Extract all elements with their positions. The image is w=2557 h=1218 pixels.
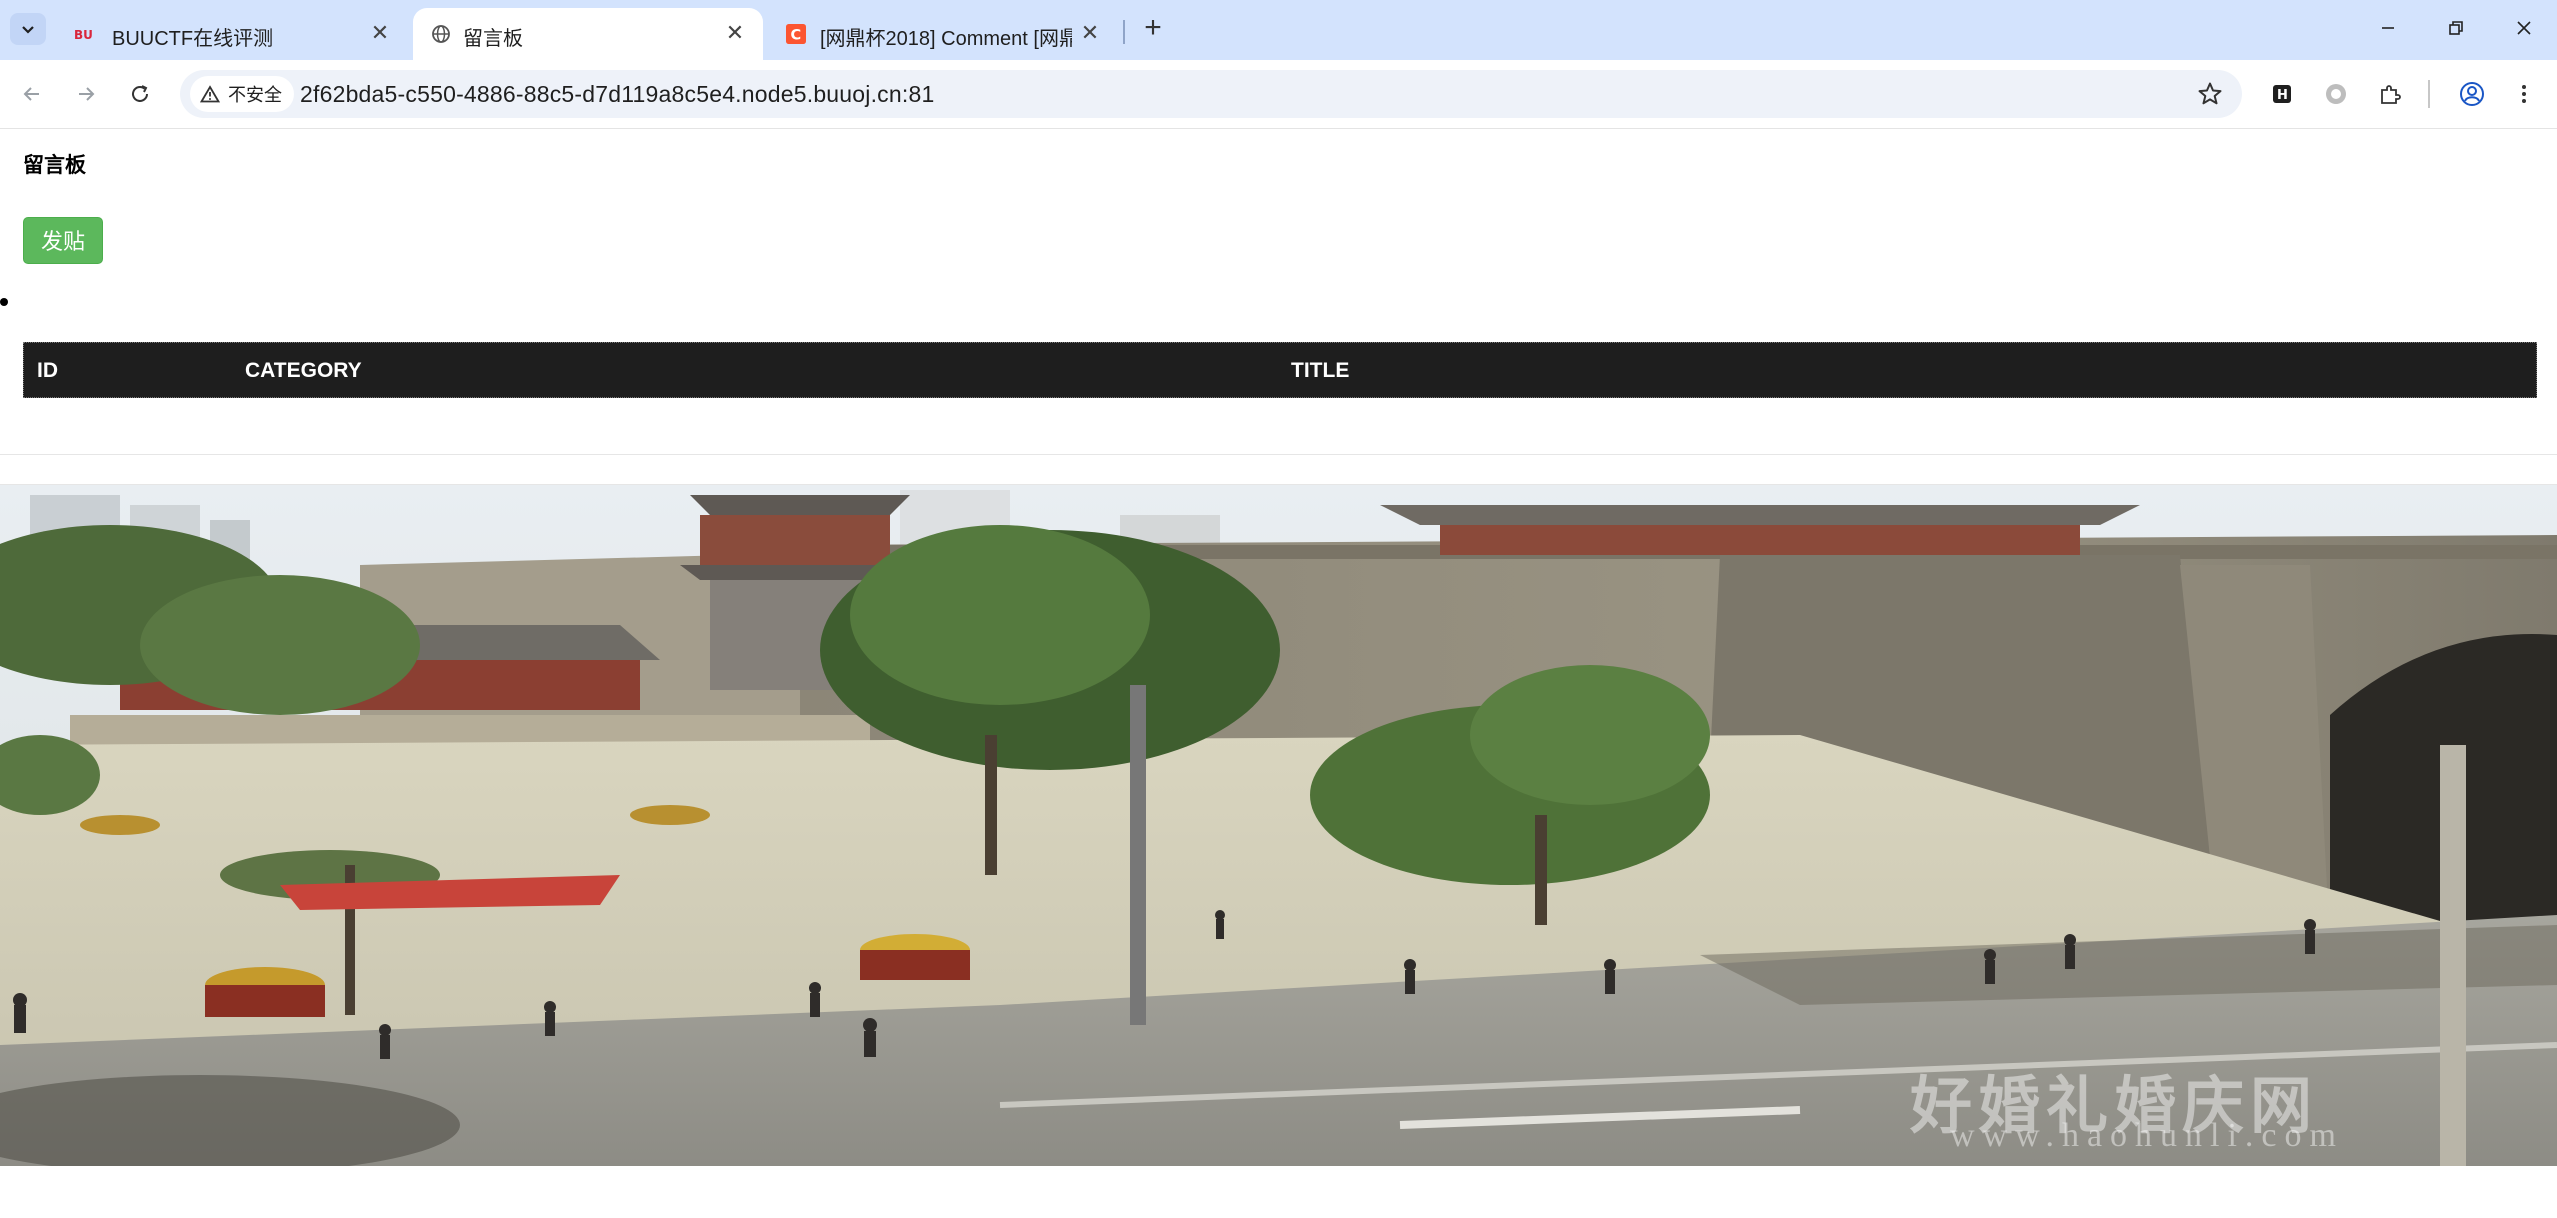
close-window-button[interactable] [2492,8,2556,48]
csdn-favicon: C [786,24,806,44]
address-bar[interactable]: 不安全 2f62bda5-c550-4886-88c5-d7d119a8c5e4… [180,70,2242,118]
photo-watermark-url: www.haohunli.com [1950,1117,2344,1154]
city-wall-photo: 好婚礼婚庆网 www.haohunli.com [0,485,2557,1166]
tab-separator [1123,20,1125,44]
page-title: 留言板 [23,154,86,177]
security-label: 不安全 [228,85,282,105]
close-icon [2517,21,2531,35]
profile-avatar-icon[interactable] [2456,78,2488,110]
extension-h-icon[interactable]: H [2266,78,2298,110]
post-button[interactable]: 发贴 [23,217,103,264]
svg-text:C: C [791,27,802,43]
forward-arrow-icon [79,87,95,101]
menu-kebab-icon[interactable] [2508,78,2540,110]
back-button[interactable] [14,76,50,112]
svg-text:H: H [2277,88,2288,103]
tab-title: [网鼎杯2018] Comment [网鼎 [820,28,1072,50]
url-text[interactable]: 2f62bda5-c550-4886-88c5-d7d119a8c5e4.nod… [300,81,934,108]
tab-search-button[interactable] [10,13,46,45]
column-header-title: TITLE [1291,359,1350,382]
posts-table-header: ID CATEGORY TITLE [23,342,2537,398]
tab-buuctf[interactable]: BU BUUCTF在线评测 ✕ [56,8,408,60]
warning-icon [200,85,220,103]
globe-icon [431,24,451,44]
close-tab-icon[interactable]: ✕ [1078,21,1102,45]
browser-toolbar: 不安全 2f62bda5-c550-4886-88c5-d7d119a8c5e4… [0,60,2557,129]
reload-button[interactable] [122,76,158,112]
tab-title: BUUCTF在线评测 [112,28,274,50]
site-security-chip[interactable]: 不安全 [190,76,294,112]
extension-circle-icon[interactable] [2320,78,2352,110]
forward-button[interactable] [68,76,104,112]
close-tab-icon[interactable]: ✕ [723,21,747,45]
reload-icon [132,85,148,102]
minimize-button[interactable] [2356,8,2420,48]
tab-message-board[interactable]: 留言板 ✕ [413,8,763,60]
minimize-icon [2382,27,2394,29]
divider [0,454,2557,455]
tab-strip: BU BUUCTF在线评测 ✕ 留言板 ✕ C [网鼎杯2018] Commen… [0,0,2557,60]
column-header-id: ID [37,359,58,382]
restore-icon [2449,21,2463,35]
chevron-down-icon [22,26,34,34]
svg-text:BU: BU [74,28,93,41]
close-tab-icon[interactable]: ✕ [368,21,392,45]
new-tab-button[interactable]: + [1135,11,1171,47]
buuctf-favicon: BU [74,24,94,44]
back-arrow-icon [23,87,39,101]
restore-button[interactable] [2424,8,2488,48]
extensions-puzzle-icon[interactable] [2374,78,2406,110]
column-header-category: CATEGORY [245,359,362,382]
bookmark-star-icon[interactable] [2196,80,2224,108]
tab-csdn-comment[interactable]: C [网鼎杯2018] Comment [网鼎 ✕ [768,8,1118,60]
list-bullet [0,298,8,306]
toolbar-separator [2428,80,2430,108]
tab-title: 留言板 [463,28,523,50]
